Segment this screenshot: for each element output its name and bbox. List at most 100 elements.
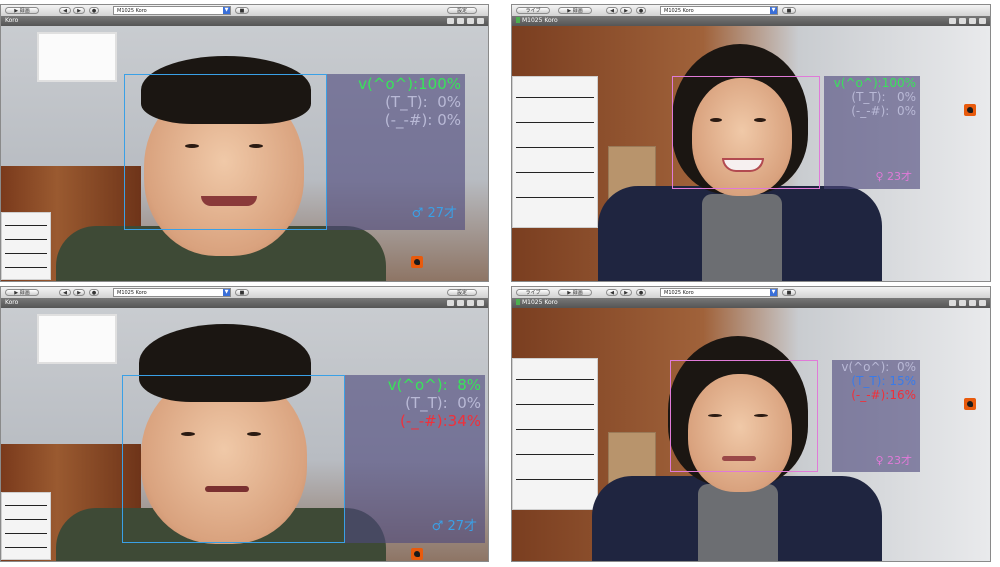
person-shirt [698,484,778,561]
recording-indicator-icon [516,17,520,23]
next-button[interactable]: ▶ [620,7,632,14]
emotion-happy: v(^o^):100% [358,75,461,93]
next-button[interactable]: ▶ [73,289,85,296]
panel-title: M1025 Koro [522,17,558,24]
emotion-sad: (T_T): 15% [851,374,916,388]
next-button[interactable]: ▶ [620,289,632,296]
panel-title-bar: Koro [1,298,488,308]
camera-select-value: M1025 Koro [664,8,694,14]
layout-icon[interactable] [949,18,956,24]
panel-title: M1025 Koro [522,299,558,306]
fullscreen-icon[interactable] [979,18,986,24]
panel-title-bar: M1025 Koro [512,298,990,308]
camera-panel-3: ▶ 録画 ◀ ▶ ● M1025 Koro ▼ ■ 設定 Koro v(^o^):… [0,286,489,562]
zoom-icon[interactable] [457,18,464,24]
camera-logo-icon [411,548,423,560]
gender-age-label: ♂ 27才 [412,202,457,221]
male-icon: ♂ [431,519,444,534]
camera-logo-icon [964,104,976,116]
capture-button[interactable]: ■ [235,7,249,14]
zoom-icon[interactable] [959,18,966,24]
female-icon: ♀ [875,454,884,467]
age-value: 23才 [887,170,912,183]
camera-select[interactable]: M1025 Koro ▼ [660,288,778,297]
snapshot-button[interactable]: ● [636,7,646,14]
emotion-happy: v(^o^): 8% [387,376,481,394]
female-icon: ♀ [875,170,884,183]
ceiling-light [37,314,117,364]
emotion-angry: (-_-#): 0% [384,111,461,129]
layout-icon[interactable] [949,300,956,306]
play-label: 録画 [572,290,583,296]
snapshot-button[interactable]: ● [636,289,646,296]
zoom-icon[interactable] [959,300,966,306]
video-feed: v(^o^):100% (T_T): 0% (-_-#): 0% ♂ 27才 [1,26,488,281]
whiteboard [512,76,598,228]
prev-button[interactable]: ◀ [606,289,618,296]
emotion-sad: (T_T): 0% [385,93,461,111]
camera-select-value: M1025 Koro [117,8,147,14]
camera-panel-1: ▶ 録画 ◀ ▶ ● M1025 Koro ▼ ■ 設定 Koro v(^o^):… [0,4,489,282]
chevron-down-icon: ▼ [223,289,230,296]
snapshot-button[interactable]: ● [89,7,99,14]
video-feed: v(^o^): 8% (T_T): 0% (-_-#):34% ♂ 27才 [1,308,488,561]
recording-indicator-icon [516,299,520,305]
fullscreen-icon[interactable] [979,300,986,306]
prev-button[interactable]: ◀ [606,7,618,14]
live-button[interactable]: ライブ [516,289,550,296]
fullscreen-icon[interactable] [477,18,484,24]
fullscreen-icon[interactable] [477,300,484,306]
camera-panel-4: ライブ ▶ 録画 ◀ ▶ ● M1025 Koro ▼ ■ M1025 Koro … [511,286,991,562]
panel-title: Koro [5,299,19,306]
emotion-overlay: v(^o^):100% (T_T): 0% (-_-#): 0% ♀ 23才 [824,76,920,189]
capture-button[interactable]: ■ [782,289,796,296]
emotion-angry: (-_-#):34% [400,412,481,430]
gender-age-label: ♂ 27才 [432,515,477,534]
ceiling-light [37,32,117,82]
emotion-happy: v(^o^): 0% [841,360,916,374]
live-button[interactable]: ライブ [516,7,550,14]
chevron-down-icon: ▼ [770,289,777,296]
settings-button[interactable]: 設定 [447,7,477,14]
male-icon: ♂ [411,206,424,221]
emotion-angry: (-_-#): 0% [851,104,916,118]
play-button[interactable]: ▶ 録画 [5,289,39,296]
face-detection-box [122,375,345,543]
camera-select-value: M1025 Koro [117,290,147,296]
audio-icon[interactable] [969,300,976,306]
play-label: 録画 [19,290,30,296]
camera-select[interactable]: M1025 Koro ▼ [660,6,778,15]
play-button[interactable]: ▶ 録画 [5,7,39,14]
audio-icon[interactable] [467,18,474,24]
age-value: 23才 [887,454,912,467]
audio-icon[interactable] [969,18,976,24]
next-button[interactable]: ▶ [73,7,85,14]
video-feed: v(^o^): 0% (T_T): 15% (-_-#):16% ♀ 23才 [512,308,990,561]
settings-button[interactable]: 設定 [447,289,477,296]
layout-icon[interactable] [447,300,454,306]
play-button[interactable]: ▶ 録画 [558,289,592,296]
age-value: 27才 [447,519,477,534]
capture-button[interactable]: ■ [782,7,796,14]
whiteboard [512,358,598,510]
whiteboard [1,492,51,560]
play-button[interactable]: ▶ 録画 [558,7,592,14]
capture-button[interactable]: ■ [235,289,249,296]
camera-select[interactable]: M1025 Koro ▼ [113,6,231,15]
zoom-icon[interactable] [457,300,464,306]
whiteboard [1,212,51,280]
prev-button[interactable]: ◀ [59,7,71,14]
gender-age-label: ♀ 23才 [875,168,912,184]
emotion-sad: (T_T): 0% [405,394,481,412]
panel-title-bar: Koro [1,16,488,26]
audio-icon[interactable] [467,300,474,306]
prev-button[interactable]: ◀ [59,289,71,296]
face-detection-box [670,360,818,472]
gender-age-label: ♀ 23才 [875,452,912,468]
layout-icon[interactable] [447,18,454,24]
snapshot-button[interactable]: ● [89,289,99,296]
emotion-overlay: v(^o^): 8% (T_T): 0% (-_-#):34% ♂ 27才 [345,375,485,543]
panel-title-bar: M1025 Koro [512,16,990,26]
camera-select[interactable]: M1025 Koro ▼ [113,288,231,297]
play-label: 録画 [19,8,30,14]
